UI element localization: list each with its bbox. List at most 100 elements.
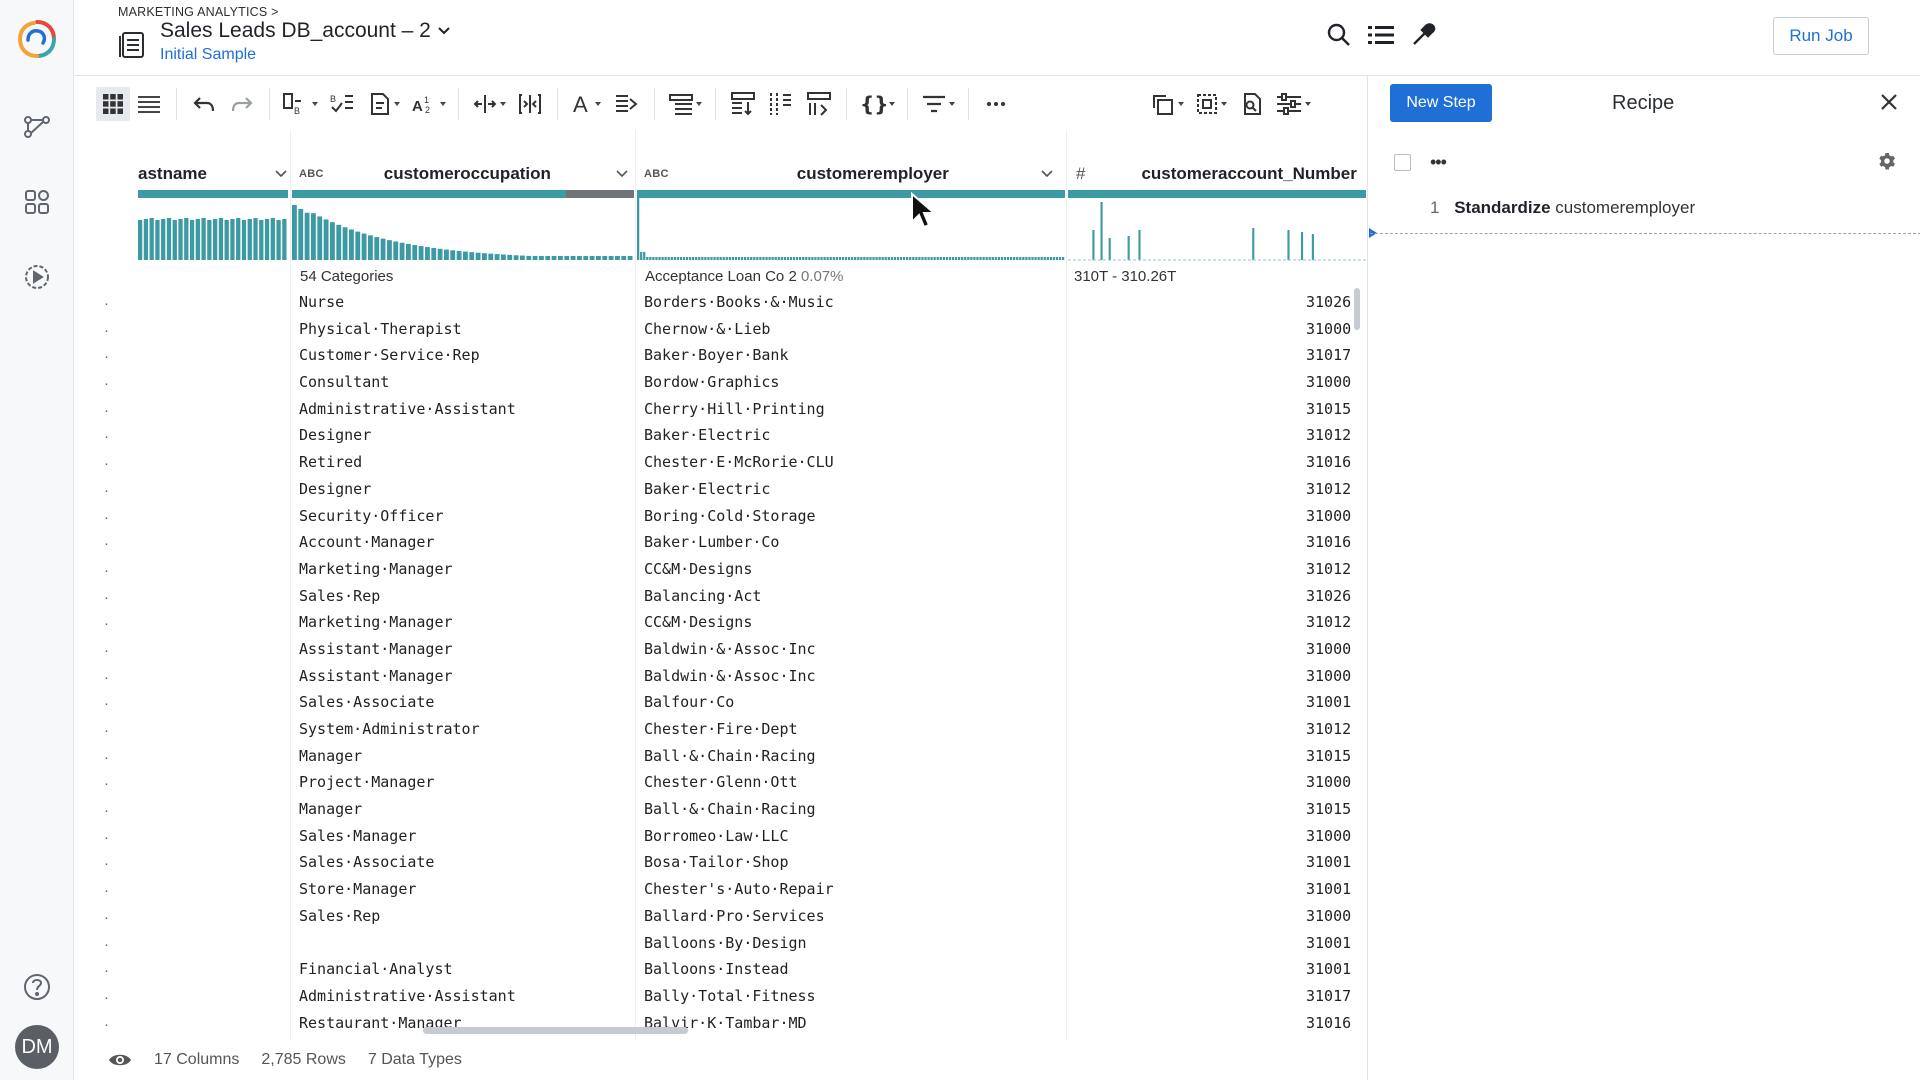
group-by-icon[interactable] xyxy=(663,87,707,121)
nest-icon[interactable]: {} xyxy=(855,87,899,121)
histogram-bar[interactable] xyxy=(393,241,399,260)
histogram-bar[interactable] xyxy=(765,257,768,260)
cell-customeremployer[interactable]: Bordow·Graphics xyxy=(644,373,779,391)
list-view-icon[interactable] xyxy=(130,87,168,121)
histogram-bar[interactable] xyxy=(507,254,513,260)
cell-customeremployer[interactable]: Cherry·Hill·Printing xyxy=(644,400,825,418)
cell-customeraccount-number[interactable]: 31016 xyxy=(1306,1014,1351,1032)
histogram-bar[interactable] xyxy=(783,257,786,260)
cell-customeraccount-number[interactable]: 31012 xyxy=(1306,613,1351,631)
histogram-bar[interactable] xyxy=(1058,257,1062,260)
histogram-bar[interactable] xyxy=(583,256,589,260)
cell-customeraccount-number[interactable]: 31000 xyxy=(1306,907,1351,925)
cell-customeroccupation[interactable]: Retired xyxy=(299,453,362,471)
histogram-bar[interactable] xyxy=(399,242,405,260)
cell-customeraccount-number[interactable]: 31017 xyxy=(1306,346,1351,364)
histogram-bar[interactable] xyxy=(143,219,149,260)
histogram-bar[interactable] xyxy=(1022,257,1025,260)
histogram-bar[interactable] xyxy=(982,257,985,260)
histogram-bar[interactable] xyxy=(958,257,961,260)
redo-icon[interactable] xyxy=(223,87,261,121)
histogram-bar[interactable] xyxy=(915,257,918,260)
histogram-bar[interactable] xyxy=(829,257,832,260)
histogram-bar[interactable] xyxy=(501,254,506,260)
histogram-bar[interactable] xyxy=(750,257,753,260)
histogram-bar[interactable] xyxy=(652,257,655,260)
cell-customeraccount-number[interactable]: 31012 xyxy=(1306,720,1351,738)
histogram-bar[interactable] xyxy=(1252,228,1255,260)
histogram-bar[interactable] xyxy=(771,257,774,260)
cell-customeraccount-number[interactable]: 31015 xyxy=(1306,400,1351,418)
table-row[interactable]: · Assistant·Manager Baldwin·&·Assoc·Inc 310… xyxy=(96,637,1366,664)
cell-customeroccupation[interactable]: Administrative·Assistant xyxy=(299,987,516,1005)
histogram-bar[interactable] xyxy=(802,257,805,260)
histogram-bar[interactable] xyxy=(884,257,887,260)
cell-customeraccount-number[interactable]: 31000 xyxy=(1306,640,1351,658)
table-row[interactable]: · Marketing·Manager CC&M·Designs 31012 xyxy=(96,557,1366,584)
histogram-bar[interactable] xyxy=(155,220,160,260)
histogram-bar[interactable] xyxy=(1311,234,1314,260)
histogram-bar[interactable] xyxy=(927,257,930,260)
histogram-bar[interactable] xyxy=(994,257,997,260)
cell-customeremployer[interactable]: Ball·&·Chain·Racing xyxy=(644,747,816,765)
histogram-bar[interactable] xyxy=(786,257,790,260)
histogram-bar[interactable] xyxy=(951,257,955,260)
histogram-bar[interactable] xyxy=(276,220,281,260)
histogram-bar[interactable] xyxy=(896,257,900,260)
histogram-bar[interactable] xyxy=(380,238,386,260)
cell-customeroccupation[interactable]: Assistant·Manager xyxy=(299,640,453,658)
data-type-count[interactable]: 7 Data Types xyxy=(368,1051,462,1069)
data-quality-bar[interactable] xyxy=(1068,190,1366,198)
histogram-bar[interactable] xyxy=(1108,238,1111,260)
histogram-bar[interactable] xyxy=(330,222,335,260)
histogram-bar[interactable] xyxy=(1031,257,1034,260)
histogram-bar[interactable] xyxy=(893,257,897,260)
close-icon[interactable] xyxy=(1877,90,1901,114)
histogram-bar[interactable] xyxy=(826,257,829,260)
histogram-bar[interactable] xyxy=(253,218,258,260)
cell-customeremployer[interactable]: Balancing·Act xyxy=(644,587,761,605)
histogram-bar[interactable] xyxy=(494,254,500,260)
histogram-bar[interactable] xyxy=(195,219,200,260)
cell-customeroccupation[interactable]: Sales·Rep xyxy=(299,907,380,925)
histogram-bar[interactable] xyxy=(685,257,689,260)
histogram-bar[interactable] xyxy=(1025,257,1028,260)
cell-customeraccount-number[interactable]: 31001 xyxy=(1306,960,1351,978)
cell-customeraccount-number[interactable]: 31000 xyxy=(1306,667,1351,685)
cell-customeroccupation[interactable]: Sales·Associate xyxy=(299,693,434,711)
table-row[interactable]: · Customer·Service·Rep Baker·Boyer·Bank 310… xyxy=(96,343,1366,370)
histogram-bar[interactable] xyxy=(259,220,264,260)
cell-customeroccupation[interactable]: Manager xyxy=(299,800,362,818)
cell-customeroccupation[interactable]: Sales·Rep xyxy=(299,587,380,605)
histogram-bar[interactable] xyxy=(808,257,811,260)
table-row[interactable]: · Manager Ball·&·Chain·Racing 31015 xyxy=(96,744,1366,771)
histogram-bar[interactable] xyxy=(780,257,783,260)
histogram-bar[interactable] xyxy=(930,257,933,260)
cell-customeraccount-number[interactable]: 31000 xyxy=(1306,373,1351,391)
histogram-lastname[interactable] xyxy=(138,198,288,294)
histogram-bar[interactable] xyxy=(387,240,392,260)
column-header-lastname[interactable]: astname xyxy=(138,160,288,188)
cell-customeremployer[interactable]: Balfour·Co xyxy=(644,693,734,711)
histogram-bar[interactable] xyxy=(184,218,189,260)
histogram-bar[interactable] xyxy=(1037,257,1040,260)
histogram-bar[interactable] xyxy=(909,257,912,260)
cell-customeraccount-number[interactable]: 31000 xyxy=(1306,507,1351,525)
histogram-bar[interactable] xyxy=(991,257,994,260)
unpivot-icon[interactable] xyxy=(762,87,800,121)
histogram-bar[interactable] xyxy=(664,257,667,260)
more-icon[interactable] xyxy=(977,87,1015,121)
cell-customeraccount-number[interactable]: 31026 xyxy=(1306,587,1351,605)
histogram-bar[interactable] xyxy=(979,257,982,260)
histogram-bar[interactable] xyxy=(166,218,172,260)
histogram-bar[interactable] xyxy=(418,246,424,260)
histogram-bar[interactable] xyxy=(349,229,354,260)
split-column-icon[interactable] xyxy=(511,87,549,121)
histogram-bar[interactable] xyxy=(970,257,973,260)
cell-customeroccupation[interactable]: Administrative·Assistant xyxy=(299,400,516,418)
table-row[interactable]: · Nurse Borders·Books·&·Music 31026 xyxy=(96,290,1366,317)
histogram-bar[interactable] xyxy=(762,257,765,260)
cell-customeremployer[interactable]: Chester·Fire·Dept xyxy=(644,720,798,738)
histogram-bar[interactable] xyxy=(695,257,698,260)
table-row[interactable]: · Marketing·Manager CC&M·Designs 31012 xyxy=(96,610,1366,637)
